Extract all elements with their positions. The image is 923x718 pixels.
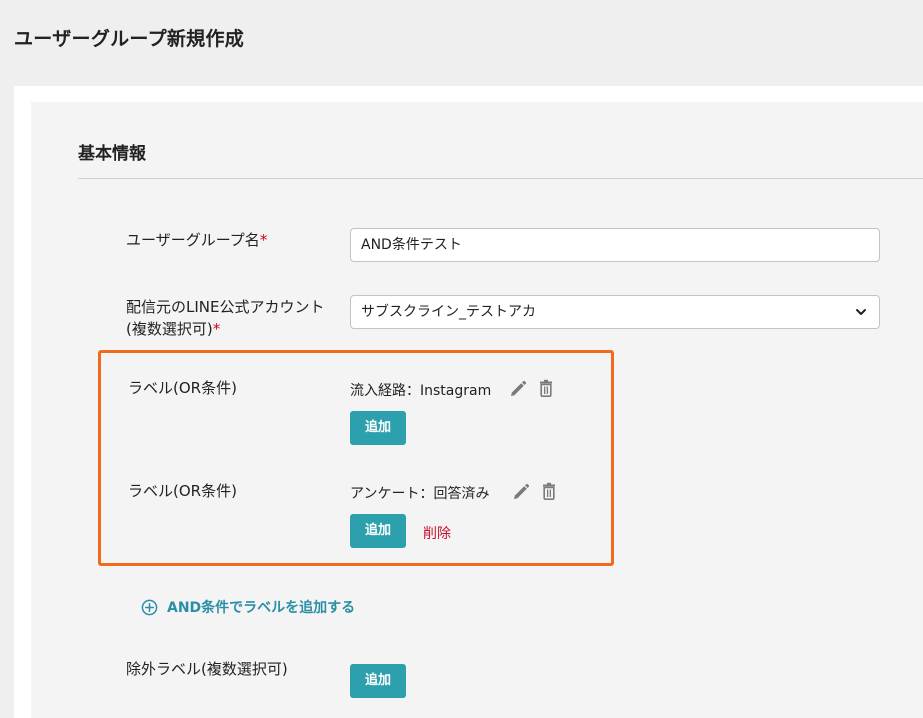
line-account-select[interactable]: サブスクライン_テストアカ (350, 295, 880, 329)
section-title-basic-info: 基本情報 (78, 144, 146, 164)
group-name-input[interactable]: AND条件テスト (350, 228, 880, 262)
label-condition-1-label: ラベル(OR条件) (128, 379, 237, 397)
pencil-icon[interactable] (508, 379, 528, 399)
line-account-label-line2: (複数選択可) (126, 320, 213, 338)
add-label-button-2[interactable]: 追加 (350, 514, 406, 548)
line-account-label-line1: 配信元のLINE公式アカウント (126, 298, 325, 316)
add-label-button-1[interactable]: 追加 (350, 411, 406, 445)
exclude-labels-label: 除外ラベル(複数選択可) (126, 660, 288, 678)
group-name-label: ユーザーグループ名* (126, 229, 267, 251)
required-mark: * (212, 320, 221, 338)
line-account-selected-value: サブスクライン_テストアカ (361, 304, 536, 320)
label-tag-2: アンケート：回答済み (350, 486, 490, 502)
section-divider (78, 178, 923, 179)
required-mark: * (259, 231, 268, 249)
label-condition-2-label: ラベル(OR条件) (128, 482, 237, 500)
label-tag-1: 流入経路：Instagram (350, 383, 492, 399)
group-name-label-text: ユーザーグループ名 (126, 231, 260, 249)
plus-circle-icon (141, 599, 158, 615)
line-account-label-line2-wrap: (複数選択可)* (126, 318, 324, 340)
add-exclude-label-button[interactable]: 追加 (350, 664, 406, 698)
add-and-condition-label: AND条件でラベルを追加する (167, 600, 356, 616)
chevron-down-icon (856, 309, 866, 315)
delete-condition-link[interactable]: 削除 (423, 523, 451, 543)
pencil-icon[interactable] (511, 482, 531, 502)
page-title: ユーザーグループ新規作成 (14, 28, 245, 50)
line-account-label: 配信元のLINE公式アカウント (複数選択可)* (126, 296, 324, 340)
trash-icon[interactable] (536, 378, 556, 398)
trash-icon[interactable] (539, 481, 559, 501)
add-and-condition-link[interactable]: AND条件でラベルを追加する (141, 597, 355, 617)
